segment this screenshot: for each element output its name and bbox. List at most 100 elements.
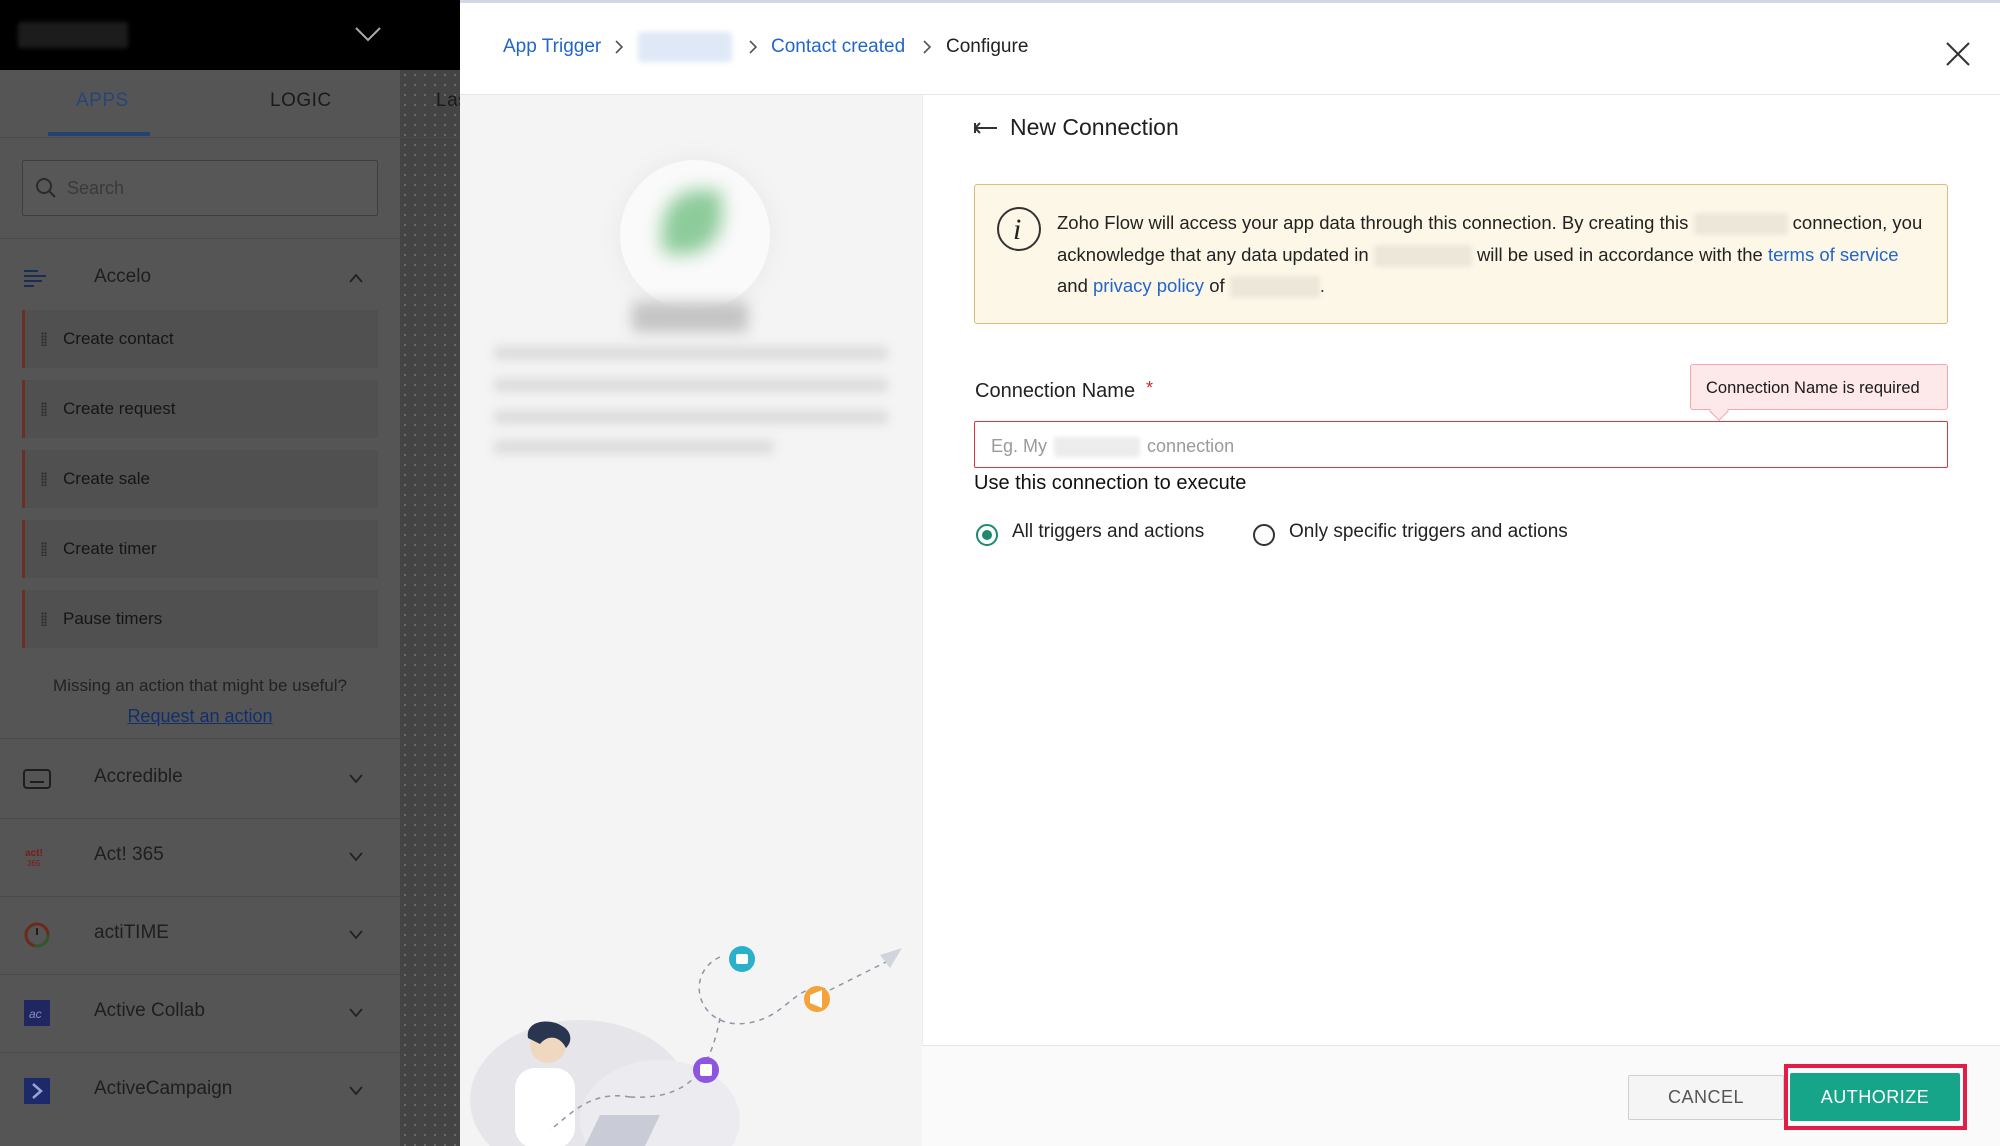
breadcrumb-contact-created[interactable]: Contact created <box>771 36 905 58</box>
tab-divider <box>400 70 401 138</box>
placeholder-suffix: connection <box>1147 436 1235 456</box>
accelo-icon <box>24 270 46 287</box>
page-title: New Connection <box>1010 114 1179 140</box>
description-redacted <box>494 346 888 360</box>
app-name: Accredible <box>94 766 183 787</box>
app-name: Accelo <box>94 266 152 287</box>
chevron-down-icon[interactable] <box>348 772 364 784</box>
terms-of-service-link[interactable]: terms of service <box>1768 244 1899 265</box>
search-input[interactable]: Search <box>22 160 378 216</box>
radio-all-triggers[interactable] <box>976 524 998 546</box>
chevron-up-icon[interactable] <box>348 272 364 284</box>
tab-last[interactable]: Las <box>436 90 460 112</box>
svg-text:ac: ac <box>29 1007 42 1021</box>
modal-top-border <box>460 0 2000 3</box>
tab-apps[interactable]: APPS <box>76 90 129 112</box>
breadcrumb-configure: Configure <box>946 36 1029 57</box>
action-item[interactable]: Pause timers <box>22 590 378 648</box>
app-name: Act! 365 <box>94 844 164 865</box>
panel-divider <box>922 95 923 1045</box>
info-text: Zoho Flow will access your app data thro… <box>1057 207 1929 302</box>
connection-name-input[interactable]: Eg. My connection <box>974 421 1948 468</box>
action-item[interactable]: Create sale <box>22 450 378 508</box>
app-item-active-collab[interactable]: ac Active Collab <box>0 974 400 1052</box>
connection-name-label: Connection Name <box>975 380 1136 402</box>
search-icon <box>36 178 56 198</box>
action-item[interactable]: Create request <box>22 380 378 438</box>
action-item[interactable]: Create contact <box>22 310 378 368</box>
drag-handle-icon[interactable] <box>41 402 47 416</box>
description-redacted <box>494 440 774 454</box>
drag-handle-icon[interactable] <box>41 542 47 556</box>
info-icon: i <box>997 207 1041 251</box>
drag-handle-icon[interactable] <box>41 612 47 626</box>
act365-icon: act!365 <box>25 848 43 868</box>
accredible-icon <box>23 769 51 789</box>
tab-logic[interactable]: LOGIC <box>270 90 332 112</box>
placeholder-prefix: Eg. My <box>991 436 1048 456</box>
chevron-down-icon[interactable] <box>348 928 364 940</box>
activecampaign-icon <box>24 1078 50 1104</box>
info-end: . <box>1319 275 1325 296</box>
app-item-actitime[interactable]: actiTIME <box>0 896 400 974</box>
request-action-link[interactable]: Request an action <box>0 706 400 727</box>
flow-builder-panel: APPS LOGIC Las Search Accelo Create cont… <box>0 0 460 1146</box>
chevron-right-icon <box>615 40 624 54</box>
drag-handle-icon[interactable] <box>41 332 47 346</box>
divider <box>0 238 400 239</box>
app-name: ActiveCampaign <box>94 1078 233 1099</box>
missing-action-text: Missing an action that might be useful? <box>53 676 347 695</box>
active-collab-icon: ac <box>24 1000 50 1026</box>
info-part1: Zoho Flow will access your app data thro… <box>1057 212 1689 233</box>
chevron-down-icon[interactable] <box>352 22 384 46</box>
search-placeholder: Search <box>67 178 125 198</box>
action-label: Create request <box>63 399 176 418</box>
chevron-down-icon[interactable] <box>348 1006 364 1018</box>
connection-illustration <box>470 946 902 1146</box>
app-name-redacted <box>1229 276 1320 299</box>
authorize-button[interactable]: AUTHORIZE <box>1790 1073 1960 1121</box>
app-item-act365[interactable]: act! 365 Act! 365 <box>0 818 400 896</box>
app-name: actiTIME <box>94 922 169 943</box>
radio-label-specific[interactable]: Only specific triggers and actions <box>1289 521 1568 543</box>
active-tab-indicator <box>48 132 150 136</box>
chevron-down-icon[interactable] <box>348 1084 364 1096</box>
breadcrumb-app-name[interactable] <box>638 32 732 62</box>
info-and: and <box>1057 275 1088 296</box>
description-redacted <box>494 410 888 424</box>
breadcrumb-app-trigger[interactable]: App Trigger <box>503 36 601 58</box>
app-item-activecampaign[interactable]: ActiveCampaign <box>0 1052 400 1130</box>
app-name-redacted <box>1693 213 1788 236</box>
app-name-redacted <box>1373 244 1472 267</box>
back-arrow-icon[interactable] <box>972 120 998 136</box>
app-title-redacted <box>632 302 748 332</box>
radio-label-all[interactable]: All triggers and actions <box>1012 521 1204 543</box>
required-asterisk: * <box>1146 378 1154 398</box>
close-icon[interactable] <box>1944 40 1972 68</box>
app-name: Active Collab <box>94 1000 205 1021</box>
action-label: Create contact <box>63 329 174 348</box>
sidebar-tabs: APPS LOGIC Las <box>0 70 460 138</box>
description-redacted <box>494 378 888 392</box>
execute-scope-label: Use this connection to execute <box>974 472 1247 494</box>
chevron-down-icon[interactable] <box>348 850 364 862</box>
privacy-policy-link[interactable]: privacy policy <box>1093 275 1204 296</box>
radio-specific-triggers[interactable] <box>1253 524 1275 546</box>
cancel-button[interactable]: CANCEL <box>1628 1075 1784 1120</box>
info-of: of <box>1209 275 1225 296</box>
drag-handle-icon[interactable] <box>41 472 47 486</box>
action-item[interactable]: Create timer <box>22 520 378 578</box>
svg-text:365: 365 <box>27 859 41 868</box>
flow-logo <box>18 22 128 48</box>
validation-message: Connection Name is required <box>1706 379 1920 397</box>
info-banner: i Zoho Flow will access your app data th… <box>974 184 1948 324</box>
app-item-accredible[interactable]: Accredible <box>0 740 400 818</box>
action-label: Create sale <box>63 469 150 488</box>
divider <box>0 738 400 739</box>
app-item-accelo[interactable]: Accelo <box>0 240 400 318</box>
chevron-right-icon <box>923 40 932 54</box>
input-placeholder: Eg. My connection <box>991 436 1235 458</box>
builder-header <box>0 0 460 70</box>
action-label: Pause timers <box>63 609 163 628</box>
info-part3: will be used in accordance with the <box>1476 243 1763 265</box>
